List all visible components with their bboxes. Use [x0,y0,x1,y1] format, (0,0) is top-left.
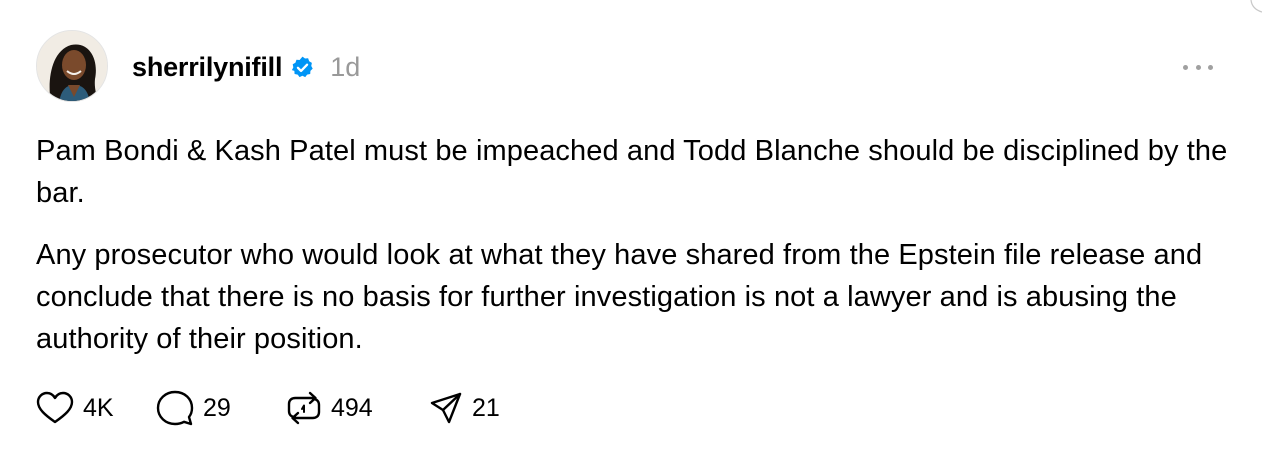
post-body: Pam Bondi & Kash Patel must be impeached… [36,130,1236,360]
reply-button[interactable]: 29 [156,390,286,426]
thread-post: sherrilynifill 1d Pam Bondi & Kash Patel… [0,0,1262,458]
repost-button[interactable]: 494 [286,390,429,426]
share-count: 21 [472,393,500,422]
heart-icon [36,391,74,424]
profile-photo [37,31,107,101]
action-bar: 4K 29 494 21 [36,388,500,428]
verified-badge-icon [290,55,315,80]
like-button[interactable]: 4K [36,391,156,425]
send-icon [430,392,462,424]
comment-bubble-icon [156,390,194,426]
more-options-icon[interactable] [1183,57,1213,77]
post-header: sherrilynifill 1d [132,50,360,84]
repost-icon [287,391,321,425]
post-paragraph: Any prosecutor who would look at what th… [36,239,1203,355]
post-paragraph: Pam Bondi & Kash Patel must be impeached… [36,135,1228,209]
corner-decoration [1250,0,1262,13]
avatar[interactable] [36,30,108,102]
like-count: 4K [83,393,114,422]
share-button[interactable]: 21 [429,391,500,425]
reply-count: 29 [203,393,231,422]
username[interactable]: sherrilynifill [132,52,282,83]
post-timestamp: 1d [330,51,361,82]
repost-count: 494 [331,393,373,422]
